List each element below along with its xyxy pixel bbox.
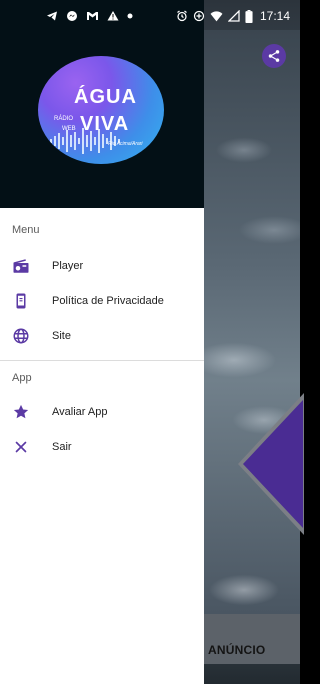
dot-icon [127,13,133,19]
logo-subtitle: Rio Acima/Arari [108,141,143,147]
menu-item-site[interactable]: Site [0,319,204,353]
ad-label: ANÚNCIO [208,643,266,657]
menu-item-exit[interactable]: Sair [0,430,204,464]
logo-title-line1: ÁGUA [74,86,137,108]
navigation-drawer: ÁGUA VIVA RÁDIO WEB Rio Acima/Arari Menu… [0,0,204,684]
app-section-title: App [12,372,32,384]
signal-icon [227,10,240,22]
alarm-icon [176,10,188,22]
menu-item-rate-app[interactable]: Avaliar App [0,395,204,429]
menu-item-player[interactable]: Player [0,249,204,283]
logo-title-line2: VIVA [80,113,130,135]
menu-section-title: Menu [12,224,40,236]
menu-item-label: Avaliar App [52,406,108,418]
messenger-icon [66,10,78,22]
logo-web-text: WEB [62,126,76,132]
radio-icon [12,257,30,275]
close-icon [12,438,30,456]
menu-item-privacy-policy[interactable]: Política de Privacidade [0,284,204,318]
data-saver-icon [193,10,205,22]
menu-item-label: Sair [52,441,72,453]
wifi-icon [210,10,223,22]
battery-icon [245,9,253,23]
share-button[interactable] [262,44,286,68]
status-bar: 17:14 [0,0,300,32]
phone-icon [12,292,30,310]
telegram-icon [46,10,58,22]
star-icon [12,403,30,421]
menu-item-label: Política de Privacidade [52,295,164,307]
globe-icon [12,327,30,345]
gmail-icon [86,10,99,22]
clock: 17:14 [259,9,290,23]
app-logo: ÁGUA VIVA RÁDIO WEB Rio Acima/Arari [38,56,164,164]
logo-radio-text: RÁDIO [54,116,74,122]
drawer-divider [0,360,204,361]
play-button[interactable] [243,400,303,528]
warning-icon [107,10,119,22]
menu-item-label: Player [52,260,84,272]
menu-item-label: Site [52,330,71,342]
share-icon [268,50,280,62]
